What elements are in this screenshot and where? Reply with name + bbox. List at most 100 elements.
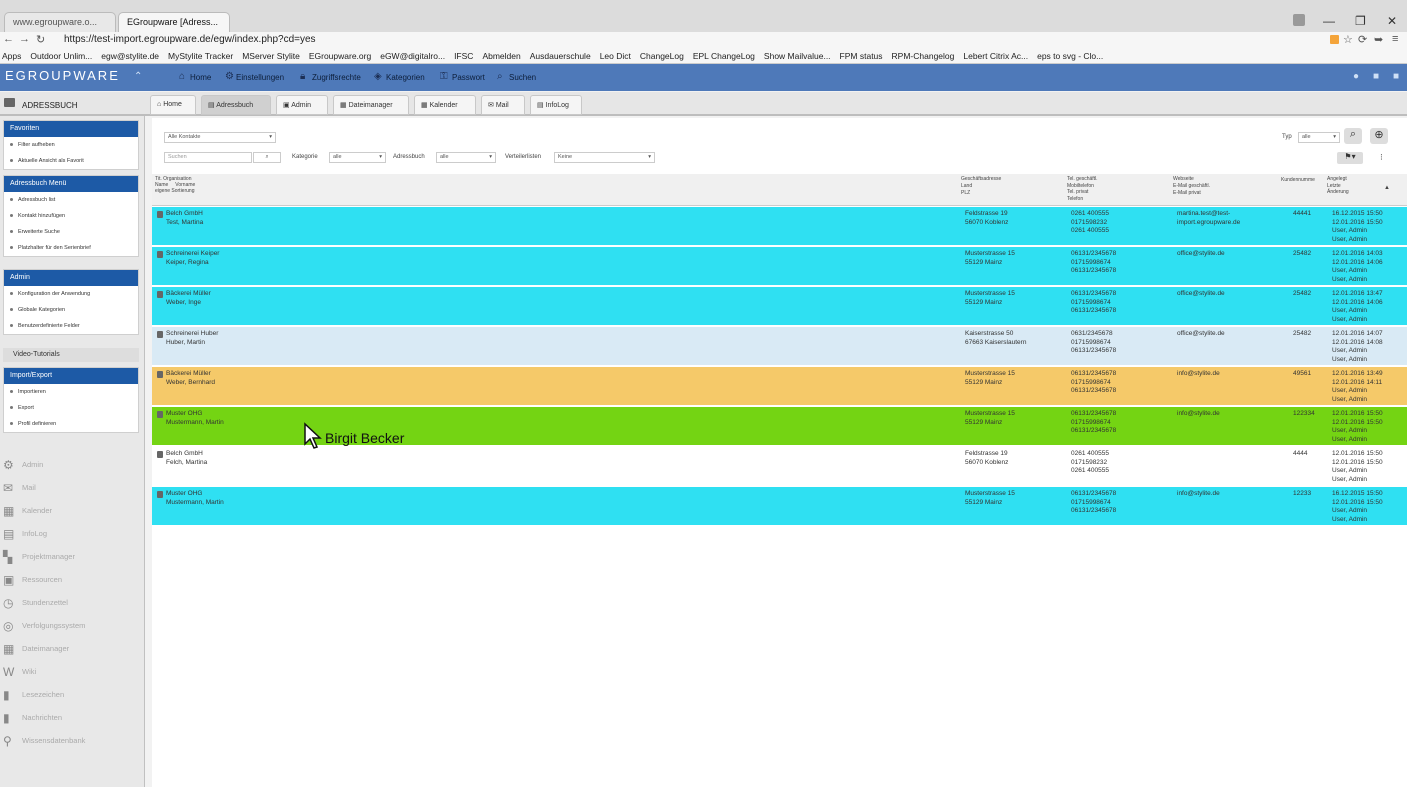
browser-tab-egroupware-org[interactable]: www.egroupware.o... — [4, 12, 116, 32]
col-web[interactable]: Webseite E-Mail geschäftl. E-Mail privat — [1173, 176, 1210, 197]
app-item-kalender[interactable]: ▦ Kalender — [0, 501, 145, 521]
print-icon[interactable]: ■ — [1373, 71, 1379, 82]
bookmark-item[interactable]: MServer Stylite — [242, 51, 300, 61]
app-item-wiki[interactable]: W Wiki — [0, 662, 145, 682]
minimize-icon[interactable]: — — [1323, 14, 1335, 28]
tab-dateimanager[interactable]: ▦ Dateimanager — [333, 95, 409, 115]
col-modified[interactable]: Angelegt Letzte Änderung — [1327, 176, 1349, 196]
column-settings-icon[interactable]: ⁝ — [1380, 152, 1383, 163]
search-button[interactable]: ⌕ — [253, 152, 281, 163]
app-item-admin[interactable]: ⚙ Admin — [0, 455, 145, 475]
view-select[interactable]: Alle Kontakte ▾ — [164, 132, 276, 143]
app-item-projektmanager[interactable]: ▚ Projektmanager — [0, 547, 145, 567]
topnav-home[interactable]: Home — [190, 73, 211, 82]
col-custno[interactable]: Kundennumme — [1281, 176, 1315, 185]
bookmark-item[interactable]: Outdoor Unlim... — [30, 51, 92, 61]
search-input[interactable]: Suchen — [164, 152, 252, 163]
extension-icon[interactable] — [1330, 35, 1339, 44]
menu-icon[interactable]: ≡ — [1392, 33, 1398, 45]
col-name[interactable]: Tit. Organisation Name Vorname eigene So… — [155, 176, 195, 194]
sync-icon[interactable]: ⟳ — [1358, 33, 1367, 46]
bookmark-item[interactable]: eps to svg - Clo... — [1037, 51, 1103, 61]
adressbuch-select[interactable]: alle ▾ — [436, 152, 496, 163]
sidebar-video-tutorials[interactable]: Video-Tutorials — [3, 348, 139, 362]
col-address[interactable]: Geschäftsadresse Land PLZ — [961, 176, 1001, 197]
sidebar-header-admin[interactable]: Admin — [4, 270, 138, 286]
advanced-search-icon[interactable]: ⌕ — [1344, 128, 1362, 144]
sidebar-item-importieren[interactable]: Importieren — [4, 384, 138, 400]
table-row[interactable]: Bäckerei Müller Weber, Inge Musterstrasse… — [152, 287, 1407, 326]
table-row[interactable]: Muster OHG Mustermann, Martin Musterstras… — [152, 487, 1407, 526]
table-row[interactable]: Belch GmbH Felch, Martina Feldstrasse 19 … — [152, 447, 1407, 486]
tab-mail[interactable]: ✉ Mail — [481, 95, 525, 115]
app-item-nachrichten[interactable]: ▮ Nachrichten — [0, 708, 145, 728]
table-row[interactable]: Schreinerei Keiper Keiper, Regina Musters… — [152, 247, 1407, 286]
sidebar-item-konfiguration[interactable]: Konfiguration der Anwendung — [4, 286, 138, 302]
app-item-dateimanager[interactable]: ▦ Dateimanager — [0, 639, 145, 659]
bookmark-item[interactable]: IFSC — [454, 51, 473, 61]
bookmark-item[interactable]: EPL ChangeLog — [693, 51, 755, 61]
flag-icon[interactable]: ⚑▾ — [1337, 152, 1363, 164]
table-row[interactable]: Bäckerei Müller Weber, Bernhard Musterstr… — [152, 367, 1407, 406]
bookmark-item[interactable]: Apps — [2, 51, 21, 61]
tab-infolog[interactable]: ▤ InfoLog — [530, 95, 582, 115]
table-row[interactable]: Schreinerei Huber Huber, Martin Kaiserstr… — [152, 327, 1407, 366]
sidebar-header-menu[interactable]: Adressbuch Menü — [4, 176, 138, 192]
table-row[interactable]: Belch GmbH Test, Martina Feldstrasse 19 5… — [152, 207, 1407, 246]
col-phone[interactable]: Tel. geschäftl. Mobiltelefon Tel. privat… — [1067, 176, 1098, 202]
back-icon[interactable]: ← — [3, 33, 14, 45]
typ-select[interactable]: alle ▾ — [1298, 132, 1340, 143]
share-icon[interactable]: ➥ — [1374, 33, 1383, 46]
app-item-stundenzettel[interactable]: ◷ Stundenzettel — [0, 593, 145, 613]
app-item-infolog[interactable]: ▤ InfoLog — [0, 524, 145, 544]
bookmark-item[interactable]: ChangeLog — [640, 51, 684, 61]
bookmark-item[interactable]: Abmelden — [482, 51, 520, 61]
topnav-suchen[interactable]: Suchen — [509, 73, 536, 82]
sidebar-item-benutzerdefinierte-felder[interactable]: Benutzerdefinierte Felder — [4, 318, 138, 334]
tab-admin[interactable]: ▣ Admin — [276, 95, 328, 115]
topnav-kategorien[interactable]: Kategorien — [386, 73, 425, 82]
maximize-icon[interactable]: ❐ — [1355, 14, 1366, 28]
bookmark-item[interactable]: egw@stylite.de — [101, 51, 159, 61]
sidebar-item-filter-aufheben[interactable]: Filter aufheben — [4, 137, 138, 153]
bookmark-item[interactable]: Ausdauerschule — [530, 51, 591, 61]
bookmark-item[interactable]: MyStylite Tracker — [168, 51, 233, 61]
forward-icon[interactable]: → — [19, 33, 30, 45]
sidebar-header-import-export[interactable]: Import/Export — [4, 368, 138, 384]
reload-icon[interactable]: ↻ — [36, 33, 45, 46]
verteilerlisten-select[interactable]: Keine ▾ — [554, 152, 655, 163]
star-icon[interactable]: ☆ — [1343, 33, 1353, 46]
tab-adressbuch[interactable]: ▤ Adressbuch — [201, 95, 271, 115]
bookmark-item[interactable]: eGW@digitalro... — [380, 51, 445, 61]
bookmark-item[interactable]: Show Mailvalue... — [764, 51, 831, 61]
sidebar-item-platzhalter[interactable]: Platzhalter für den Serienbrief — [4, 240, 138, 256]
bookmark-item[interactable]: Lebert Citrix Ac... — [963, 51, 1028, 61]
url-input[interactable]: https://test-import.egroupware.de/egw/in… — [58, 33, 1318, 47]
sidebar-item-ansicht-favorit[interactable]: Aktuelle Ansicht als Favorit — [4, 153, 138, 169]
kategorie-select[interactable]: alle ▾ — [329, 152, 386, 163]
collapse-icon[interactable]: ⌃ — [134, 71, 142, 82]
profile-icon[interactable] — [1293, 14, 1305, 26]
tab-kalender[interactable]: ▦ Kalender — [414, 95, 476, 115]
topnav-einstellungen[interactable]: Einstellungen — [236, 73, 284, 82]
sidebar-item-export[interactable]: Export — [4, 400, 138, 416]
sidebar-header-favoriten[interactable]: Favoriten — [4, 121, 138, 137]
tab-home[interactable]: ⌂ Home — [150, 95, 196, 115]
help-icon[interactable]: ● — [1353, 71, 1359, 82]
sidebar-item-globale-kategorien[interactable]: Globale Kategorien — [4, 302, 138, 318]
app-item-verfolgungssystem[interactable]: ◎ Verfolgungssystem — [0, 616, 145, 636]
add-contact-icon[interactable]: ⊕ — [1370, 128, 1388, 144]
app-item-mail[interactable]: ✉ Mail — [0, 478, 145, 498]
topnav-passwort[interactable]: Passwort — [452, 73, 485, 82]
topnav-zugriffsrechte[interactable]: Zugriffsrechte — [312, 73, 361, 82]
app-item-ressourcen[interactable]: ▣ Ressourcen — [0, 570, 145, 590]
close-icon[interactable]: ✕ — [1387, 14, 1397, 28]
app-item-lesezeichen[interactable]: ▮ Lesezeichen — [0, 685, 145, 705]
logout-icon[interactable]: ■ — [1393, 71, 1399, 82]
bookmark-item[interactable]: RPM-Changelog — [892, 51, 955, 61]
sort-arrow-icon[interactable]: ▲ — [1384, 185, 1390, 191]
app-item-wissensdatenbank[interactable]: ⚲ Wissensdatenbank — [0, 731, 145, 751]
browser-tab-adressbuch[interactable]: EGroupware [Adress... — [118, 12, 230, 32]
sidebar-item-erweiterte-suche[interactable]: Erweiterte Suche — [4, 224, 138, 240]
sidebar-item-adressbuch-list[interactable]: Adressbuch list — [4, 192, 138, 208]
